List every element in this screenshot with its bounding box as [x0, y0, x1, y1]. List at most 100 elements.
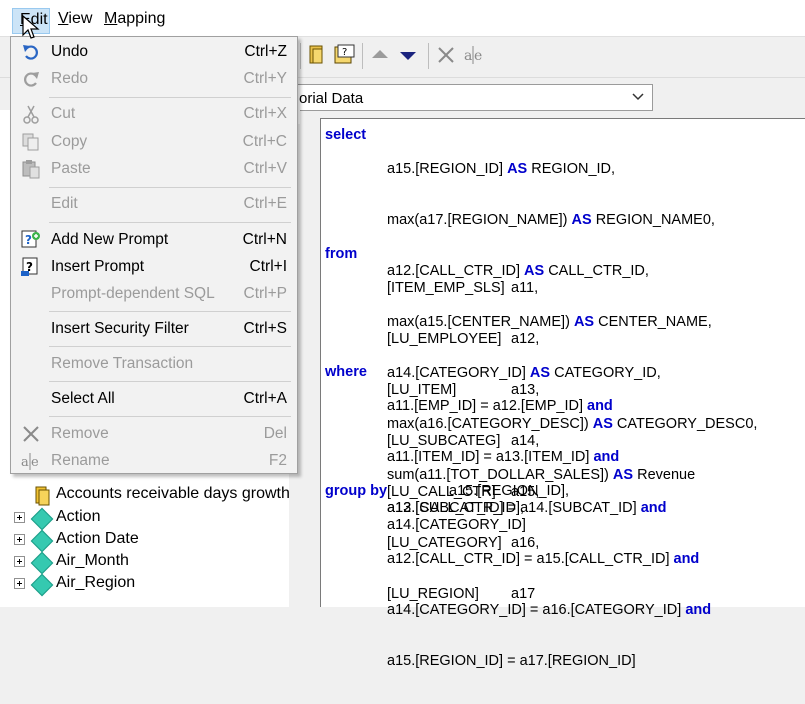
- sql-line: a15.[REGION_ID],: [449, 483, 570, 499]
- menu-item-label: Redo: [51, 70, 89, 87]
- sql-alias: a12,: [511, 331, 540, 347]
- menu-item-shortcut: Ctrl+P: [243, 285, 288, 302]
- data-source-icon[interactable]: [306, 43, 330, 67]
- menu-item-shortcut: Ctrl+C: [242, 133, 287, 150]
- attribute-icon: [30, 551, 54, 575]
- tree-item-label: Accounts receivable days growth: [56, 485, 290, 502]
- menu-item-prompt-dependent-sql[interactable]: Prompt-dependent SQL Ctrl+P: [11, 281, 297, 307]
- expand-icon[interactable]: [14, 534, 25, 545]
- sql-line: a12.[CALL_CTR_ID],: [387, 500, 525, 516]
- menu-item-label: Copy: [51, 133, 88, 150]
- sql-line: [ITEM_EMP_SLS]: [387, 280, 505, 296]
- menu-item-shortcut: Ctrl+Y: [243, 70, 288, 87]
- expand-icon[interactable]: [14, 512, 25, 523]
- menu-mapping-mnemonic: M: [104, 10, 118, 27]
- insert-prompt-icon: ?: [21, 257, 38, 276]
- menu-mapping[interactable]: Mapping: [104, 10, 165, 28]
- menu-item-label: Insert Security Filter: [51, 320, 189, 337]
- menu-item-shortcut: Ctrl+V: [243, 160, 288, 177]
- menu-separator: [49, 311, 291, 312]
- menu-item-label: Undo: [51, 43, 89, 60]
- edit-menu: Undo Ctrl+Z Redo Ctrl+Y Cut Ctrl+X Copy …: [10, 36, 298, 474]
- attribute-icon: [30, 529, 54, 553]
- delete-icon[interactable]: [434, 43, 458, 67]
- chevron-down-icon: [632, 93, 644, 101]
- svg-text:?: ?: [25, 233, 32, 247]
- remove-icon: [23, 426, 39, 442]
- svg-text:e: e: [474, 48, 482, 64]
- sql-line: a15.[REGION_ID] = a17.[REGION_ID]: [387, 653, 636, 669]
- menu-item-label: Paste: [51, 160, 91, 177]
- prompt-icon[interactable]: ?: [332, 43, 356, 67]
- expand-icon[interactable]: [14, 556, 25, 567]
- table-select[interactable]: orial Data: [296, 84, 653, 111]
- sql-line: a11.[EMP_ID] = a12.[EMP_ID] and: [387, 398, 613, 414]
- menu-item-shortcut: Ctrl+X: [243, 105, 288, 122]
- toolbar-separator: [428, 43, 429, 69]
- menu-item-shortcut: Ctrl+S: [243, 320, 288, 337]
- paste-icon: [22, 160, 40, 179]
- menu-item-paste[interactable]: Paste Ctrl+V: [11, 156, 297, 182]
- sql-line: a11.[ITEM_ID] = a13.[ITEM_ID] and: [387, 449, 620, 465]
- sql-line: a15.[REGION_ID] AS REGION_ID,: [387, 161, 616, 177]
- menu-view[interactable]: View: [58, 10, 92, 28]
- menu-item-shortcut: Ctrl+I: [249, 258, 287, 275]
- redo-icon: [24, 72, 39, 87]
- menu-item-copy[interactable]: Copy Ctrl+C: [11, 129, 297, 155]
- menu-item-label: Cut: [51, 105, 76, 122]
- menu-item-select-all[interactable]: Select All Ctrl+A: [11, 386, 297, 412]
- menu-item-redo[interactable]: Redo Ctrl+Y: [11, 66, 297, 92]
- move-up-icon[interactable]: [368, 43, 392, 67]
- menu-view-mnemonic: V: [58, 10, 69, 27]
- menu-separator: [49, 346, 291, 347]
- menu-item-insert-prompt[interactable]: ? Insert Prompt Ctrl+I: [11, 254, 297, 280]
- expand-icon[interactable]: [14, 578, 25, 589]
- svg-text:?: ?: [342, 47, 347, 58]
- menu-item-shortcut: Ctrl+N: [242, 231, 287, 248]
- menu-item-remove-transaction[interactable]: Remove Transaction: [11, 351, 297, 377]
- tree-item-label: Action Date: [56, 530, 139, 547]
- menu-item-label: Prompt-dependent SQL: [51, 285, 215, 302]
- sql-preview-pane[interactable]: select a15.[REGION_ID] AS REGION_ID, max…: [320, 118, 805, 669]
- toolbar-separator: [362, 43, 363, 69]
- menu-separator: [49, 222, 291, 223]
- menu-item-shortcut: Ctrl+Z: [244, 43, 287, 60]
- rename-icon[interactable]: a e: [462, 43, 486, 67]
- svg-text:e: e: [31, 455, 39, 470]
- menu-item-shortcut: Del: [263, 425, 287, 442]
- table-select-value: orial Data: [299, 90, 364, 107]
- menu-item-cut[interactable]: Cut Ctrl+X: [11, 101, 297, 127]
- mouse-cursor-icon: [22, 15, 40, 39]
- sql-keyword-group-by: group by: [325, 483, 388, 499]
- sql-line: max(a17.[REGION_NAME]) AS REGION_NAME0,: [387, 212, 715, 228]
- menu-item-remove[interactable]: Remove Del: [11, 421, 297, 447]
- tree-item-label: Air_Region: [56, 574, 136, 591]
- copy-icon: [22, 133, 39, 151]
- rename-icon: a e: [21, 453, 39, 470]
- menu-separator: [49, 187, 291, 188]
- toolbar-separator: [300, 43, 301, 69]
- menu-item-shortcut: Ctrl+E: [243, 195, 288, 212]
- tree-item-label: Action: [56, 508, 101, 525]
- menu-separator: [49, 381, 291, 382]
- menu-item-insert-security-filter[interactable]: Insert Security Filter Ctrl+S: [11, 316, 297, 342]
- menu-item-label: Remove Transaction: [51, 355, 194, 372]
- move-down-icon[interactable]: [396, 43, 420, 67]
- sql-line: a12.[CALL_CTR_ID] = a15.[CALL_CTR_ID] an…: [387, 551, 700, 567]
- menu-bar: Edit View Mapping: [0, 0, 805, 37]
- menu-view-label: iew: [68, 10, 93, 27]
- undo-icon: [23, 45, 38, 60]
- menu-item-rename[interactable]: a e Rename F2: [11, 448, 297, 474]
- menu-item-undo[interactable]: Undo Ctrl+Z: [11, 39, 297, 65]
- menu-item-shortcut: Ctrl+A: [243, 390, 288, 407]
- tree-item-label: Air_Month: [56, 552, 129, 569]
- menu-item-edit[interactable]: Edit Ctrl+E: [11, 191, 297, 217]
- menu-separator: [49, 97, 291, 98]
- menu-item-label: Edit: [51, 195, 78, 212]
- sql-line: [LU_EMPLOYEE]: [387, 331, 502, 347]
- sql-keyword-select: select: [325, 127, 367, 143]
- menu-item-add-new-prompt[interactable]: ? Add New Prompt Ctrl+N: [11, 227, 297, 253]
- menu-item-label: Remove: [51, 425, 109, 442]
- sql-line: a14.[CATEGORY_ID] = a16.[CATEGORY_ID] an…: [387, 602, 712, 618]
- sql-where-list: a11.[EMP_ID] = a12.[EMP_ID] and a11.[ITE…: [387, 364, 711, 704]
